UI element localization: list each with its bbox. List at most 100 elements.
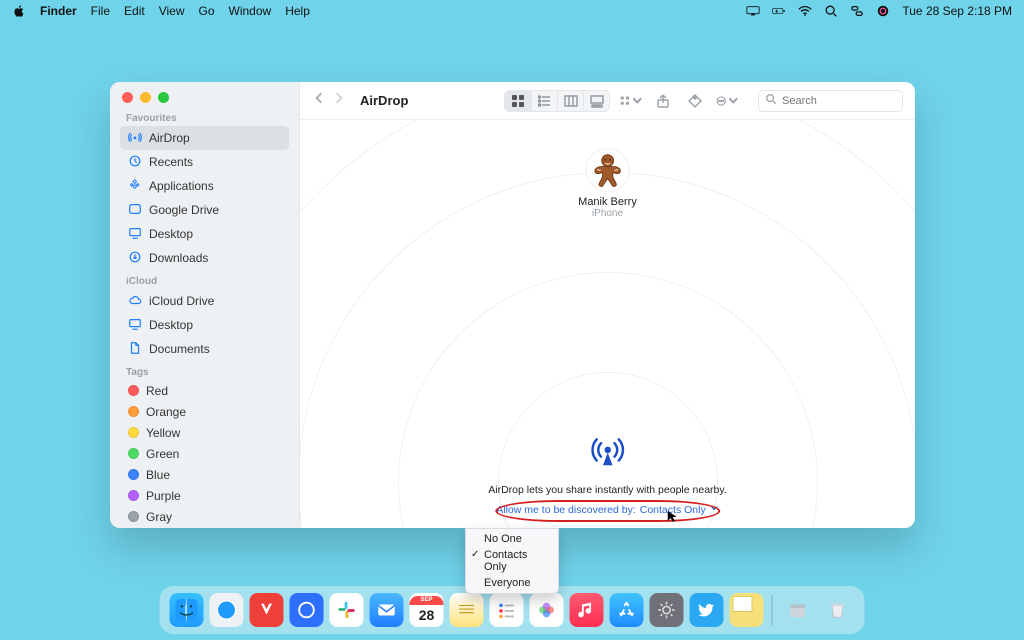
actions-button[interactable] xyxy=(716,91,738,111)
spotlight-icon[interactable] xyxy=(824,4,838,18)
sidebar-tag-blue[interactable]: Blue xyxy=(120,464,289,485)
sidebar-heading-tags: Tags xyxy=(126,367,289,378)
sidebar-item-label: Purple xyxy=(146,489,181,503)
dock-finder[interactable] xyxy=(170,593,204,627)
dock-appstore[interactable] xyxy=(610,593,644,627)
sidebar-item-desktop-cloud[interactable]: Desktop xyxy=(120,313,289,337)
discoverability-button[interactable]: Allow me to be discovered by: Contacts O… xyxy=(496,504,718,516)
finder-window: Favourites AirDrop Recents Applications … xyxy=(110,82,915,528)
screenmirror-icon[interactable] xyxy=(746,4,760,18)
gingerbread-icon xyxy=(594,153,622,187)
system-menubar: Finder File Edit View Go Window Help Tue… xyxy=(0,0,1024,21)
airdrop-contact[interactable]: Manik Berry iPhone xyxy=(578,148,637,219)
dock-calendar[interactable]: SEP28 xyxy=(410,593,444,627)
tag-dot-icon xyxy=(128,406,139,417)
tag-button[interactable] xyxy=(684,91,706,111)
desktop-icon xyxy=(128,317,142,334)
avatar xyxy=(586,148,630,192)
menu-go[interactable]: Go xyxy=(199,4,215,18)
menu-window[interactable]: Window xyxy=(229,4,272,18)
sidebar-tag-red[interactable]: Red xyxy=(120,380,289,401)
view-switcher xyxy=(504,90,610,112)
menubar-app-name[interactable]: Finder xyxy=(40,4,77,18)
sidebar-tag-gray[interactable]: Gray xyxy=(120,506,289,527)
gallery-view-button[interactable] xyxy=(583,91,609,111)
menu-view[interactable]: View xyxy=(159,4,185,18)
zoom-button[interactable] xyxy=(158,92,169,103)
search-input[interactable] xyxy=(782,95,896,107)
dock-reminders[interactable] xyxy=(490,593,524,627)
clock-icon xyxy=(128,154,142,171)
sidebar-item-label: Gray xyxy=(146,510,172,524)
menu-edit[interactable]: Edit xyxy=(124,4,145,18)
sidebar-item-downloads[interactable]: Downloads xyxy=(120,246,289,270)
wifi-icon[interactable] xyxy=(798,4,812,18)
sidebar-tag-purple[interactable]: Purple xyxy=(120,485,289,506)
siri-icon[interactable] xyxy=(876,4,890,18)
sidebar-item-airdrop[interactable]: AirDrop xyxy=(120,126,289,150)
tag-dot-icon xyxy=(128,511,139,522)
dock-mail[interactable] xyxy=(370,593,404,627)
dock-settings[interactable] xyxy=(650,593,684,627)
dock-stickies[interactable] xyxy=(730,593,764,627)
dock-notes[interactable] xyxy=(450,593,484,627)
dock-downloads[interactable] xyxy=(781,593,815,627)
menu-help[interactable]: Help xyxy=(285,4,310,18)
share-button[interactable] xyxy=(652,91,674,111)
sidebar-tag-orange[interactable]: Orange xyxy=(120,401,289,422)
search-field[interactable] xyxy=(758,90,903,112)
sidebar-item-documents[interactable]: Documents xyxy=(120,337,289,361)
finder-sidebar: Favourites AirDrop Recents Applications … xyxy=(110,82,300,528)
dock-slack[interactable] xyxy=(330,593,364,627)
dock-trash[interactable] xyxy=(821,593,855,627)
list-view-button[interactable] xyxy=(531,91,557,111)
sidebar-item-label: Google Drive xyxy=(149,203,219,217)
menu-file[interactable]: File xyxy=(91,4,110,18)
control-center-icon[interactable] xyxy=(850,4,864,18)
close-button[interactable] xyxy=(122,92,133,103)
calendar-day: 28 xyxy=(419,605,435,625)
airdrop-large-icon xyxy=(584,425,630,471)
window-controls xyxy=(122,92,289,103)
sidebar-heading-favourites: Favourites xyxy=(126,113,289,124)
tag-dot-icon xyxy=(128,427,139,438)
group-by-button[interactable] xyxy=(620,91,642,111)
discoverability-menu: No One Contacts Only Everyone xyxy=(465,528,559,594)
sidebar-all-tags[interactable]: All Tags… xyxy=(120,527,289,528)
menubar-clock[interactable]: Tue 28 Sep 2:18 PM xyxy=(902,4,1012,18)
sidebar-heading-icloud: iCloud xyxy=(126,276,289,287)
dock-music[interactable] xyxy=(570,593,604,627)
icon-view-button[interactable] xyxy=(505,91,531,111)
window-title: AirDrop xyxy=(360,93,408,108)
sidebar-item-desktop[interactable]: Desktop xyxy=(120,222,289,246)
sidebar-tag-yellow[interactable]: Yellow xyxy=(120,422,289,443)
dock-vivaldi[interactable] xyxy=(250,593,284,627)
dock-photos[interactable] xyxy=(530,593,564,627)
tag-dot-icon xyxy=(128,385,139,396)
sidebar-item-applications[interactable]: Applications xyxy=(120,174,289,198)
battery-icon[interactable] xyxy=(772,4,786,18)
dock-browser[interactable] xyxy=(290,593,324,627)
menu-item-contactsonly[interactable]: Contacts Only xyxy=(466,547,558,575)
menu-item-noone[interactable]: No One xyxy=(466,531,558,547)
airdrop-radar: Manik Berry iPhone AirDrop lets you shar… xyxy=(300,120,915,528)
apple-icon[interactable] xyxy=(12,4,26,18)
cursor-icon xyxy=(666,510,678,522)
apps-icon xyxy=(128,178,142,195)
search-icon xyxy=(765,93,777,108)
forward-button[interactable] xyxy=(332,91,346,110)
column-view-button[interactable] xyxy=(557,91,583,111)
dock-safari[interactable] xyxy=(210,593,244,627)
sidebar-item-googledrive[interactable]: Google Drive xyxy=(120,198,289,222)
sidebar-item-label: Applications xyxy=(149,179,214,193)
menu-item-everyone[interactable]: Everyone xyxy=(466,575,558,591)
sidebar-item-recents[interactable]: Recents xyxy=(120,150,289,174)
sidebar-tag-green[interactable]: Green xyxy=(120,443,289,464)
back-button[interactable] xyxy=(312,91,326,110)
download-icon xyxy=(128,250,142,267)
sidebar-item-label: Yellow xyxy=(146,426,180,440)
minimize-button[interactable] xyxy=(140,92,151,103)
sidebar-item-label: Desktop xyxy=(149,318,193,332)
sidebar-item-iclouddrive[interactable]: iCloud Drive xyxy=(120,289,289,313)
dock-twitter[interactable] xyxy=(690,593,724,627)
